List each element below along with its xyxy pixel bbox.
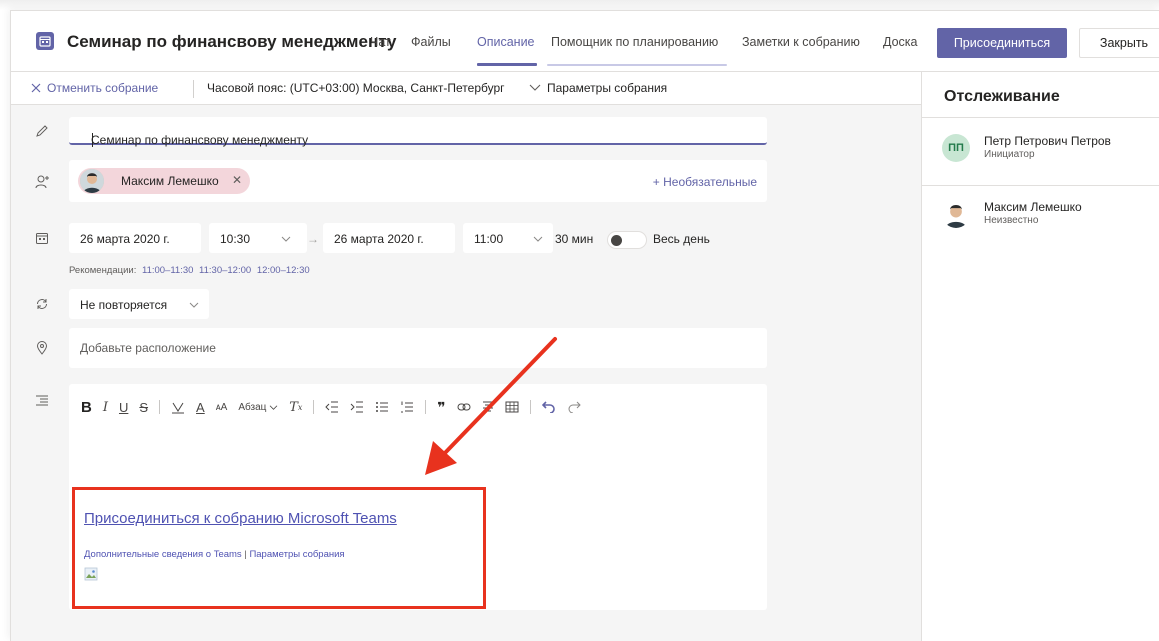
strikethrough-icon[interactable]: S (139, 400, 148, 415)
end-time-picker[interactable]: 11:00 (463, 223, 553, 253)
title-input[interactable]: Семинар по финансвову менеджменту (69, 117, 767, 147)
attendee-name: Максим Лемешко (121, 174, 219, 188)
chevron-down-icon (189, 302, 199, 308)
duration-label: 30 мин (555, 232, 594, 246)
all-day-label: Весь день (653, 232, 710, 246)
location-placeholder: Добавьте расположение (80, 341, 216, 355)
tracking-divider (922, 117, 1159, 118)
calendar-icon (36, 233, 48, 244)
recommendation-slot[interactable]: 12:00–12:30 (257, 265, 310, 276)
chevron-down-icon[interactable] (529, 82, 541, 92)
font-color-icon[interactable]: A (196, 400, 205, 415)
cancel-meeting-button[interactable]: Отменить собрание (31, 81, 158, 95)
tracking-divider (922, 185, 1159, 186)
pencil-icon (36, 125, 48, 137)
recommendations-label: Рекомендации: (69, 265, 137, 276)
toggle-knob (611, 235, 622, 246)
time-recommendations: Рекомендации: 11:00–11:30 11:30–12:00 12… (69, 265, 310, 276)
tab-meeting-notes[interactable]: Заметки к собранию (742, 35, 860, 49)
add-people-icon (35, 175, 49, 189)
bulleted-list-icon[interactable] (375, 401, 389, 413)
teams-meeting-window: Семинар по финансвову менеджменту Чат Фа… (10, 10, 1159, 641)
highlight-icon[interactable] (171, 400, 185, 414)
person-role: Неизвестно (984, 215, 1039, 226)
start-time-picker[interactable]: 10:30 (209, 223, 307, 253)
toolbar-separator (313, 400, 315, 414)
tab-description[interactable]: Описание (477, 35, 535, 49)
italic-icon[interactable]: I (103, 400, 108, 415)
tab-files[interactable]: Файлы (411, 35, 451, 49)
meeting-title: Семинар по финансвову менеджменту (67, 32, 397, 51)
location-icon (36, 341, 48, 355)
meeting-options-link[interactable]: Параметры собрания (547, 81, 667, 95)
join-button[interactable]: Присоединиться (937, 28, 1067, 58)
tab-chat[interactable]: Чат (370, 35, 391, 49)
person-name: Максим Лемешко (984, 200, 1082, 214)
title-text: Семинар по финансвову менеджменту (91, 133, 309, 147)
end-date-picker[interactable]: 26 марта 2020 г. (323, 223, 455, 253)
annotation-highlight-box (72, 487, 486, 609)
tab-scheduling-assistant[interactable]: Помощник по планированию (551, 35, 718, 49)
active-tab-indicator (477, 63, 537, 66)
chevron-down-icon (533, 236, 543, 242)
start-date-picker[interactable]: 26 марта 2020 г. (69, 223, 201, 253)
repeat-value: Не повторяется (80, 298, 168, 312)
calendar-icon (36, 32, 54, 50)
tab-hover-indicator (547, 64, 727, 66)
window-shadow (0, 0, 1159, 10)
tab-whiteboard[interactable]: Доска (883, 35, 918, 49)
underline-icon[interactable]: U (119, 400, 128, 415)
start-time-value: 10:30 (220, 232, 251, 246)
bold-icon[interactable]: B (81, 399, 92, 416)
add-optional-attendees-button[interactable]: + Необязательные (653, 175, 757, 189)
recommendation-slot[interactable]: 11:30–12:00 (199, 265, 251, 276)
clear-formatting-icon[interactable]: Tx (289, 400, 302, 415)
timezone-selector[interactable]: Часовой пояс: (UTC+03:00) Москва, Санкт-… (207, 81, 505, 95)
person-role: Инициатор (984, 149, 1035, 160)
tracking-title: Отслеживание (944, 88, 1060, 105)
person-name: Петр Петрович Петров (984, 134, 1111, 148)
font-size-icon[interactable]: ᴀA (216, 402, 228, 413)
avatar (80, 169, 104, 193)
all-day-toggle[interactable] (607, 231, 647, 249)
chevron-down-icon (269, 404, 278, 410)
paragraph-style-label: Абзац (238, 401, 267, 413)
close-icon (31, 83, 41, 93)
increase-indent-icon[interactable] (350, 401, 364, 413)
avatar: ПП (942, 134, 970, 162)
text-description-icon (36, 395, 48, 406)
tracking-pane: Отслеживание ПП Петр Петрович Петров Ини… (921, 72, 1159, 641)
attendees-input[interactable]: Максим Лемешко ✕ + Необязательные (69, 160, 767, 202)
close-button[interactable]: Закрыть (1079, 28, 1159, 58)
end-time-value: 11:00 (474, 232, 504, 246)
decrease-indent-icon[interactable] (325, 401, 339, 413)
avatar (942, 200, 970, 228)
toolbar-separator (159, 400, 161, 414)
start-date-value: 26 марта 2020 г. (80, 232, 170, 246)
meeting-header: Семинар по финансвову менеджменту Чат Фа… (11, 11, 1159, 71)
meeting-toolbar: Отменить собрание Часовой пояс: (UTC+03:… (11, 72, 921, 104)
text-cursor (92, 133, 93, 147)
remove-attendee-icon[interactable]: ✕ (232, 173, 242, 187)
cancel-meeting-label: Отменить собрание (47, 81, 159, 95)
chevron-down-icon (281, 236, 291, 242)
toolbar-divider (193, 80, 194, 98)
end-date-value: 26 марта 2020 г. (334, 232, 424, 246)
annotation-arrow-icon (425, 337, 557, 475)
repeat-icon (37, 299, 47, 309)
arrow-right-icon: → (307, 232, 319, 246)
repeat-dropdown[interactable]: Не повторяется (69, 289, 209, 319)
paragraph-style-dropdown[interactable]: Абзац (238, 402, 278, 413)
attendee-chip[interactable]: Максим Лемешко ✕ (78, 168, 250, 194)
recommendation-slot[interactable]: 11:00–11:30 (142, 265, 193, 276)
